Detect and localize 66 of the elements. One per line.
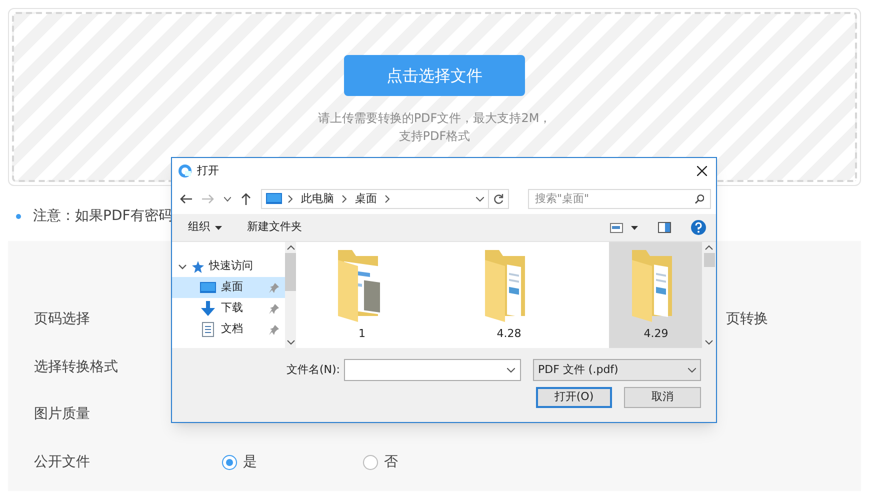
up-arrow-icon[interactable] <box>241 193 251 205</box>
radio-button[interactable] <box>363 454 378 470</box>
dropdown-chevron-icon[interactable] <box>224 196 231 202</box>
close-icon <box>697 166 707 176</box>
nav-group-label[interactable]: 快速访问 <box>209 258 253 275</box>
caret-icon <box>215 226 222 230</box>
setting-label: 选择转换格式 <box>34 358 119 377</box>
folder-item[interactable]: 1 <box>315 242 408 348</box>
address-bar[interactable]: 此电脑 桌面 <box>261 189 509 209</box>
breadcrumb-chevron-icon[interactable] <box>288 195 293 203</box>
scroll-up-icon[interactable] <box>286 245 295 250</box>
nav-item[interactable]: 文档 <box>172 319 285 340</box>
nav-item[interactable]: 下载 <box>172 298 285 319</box>
scroll-down-icon[interactable] <box>705 340 714 345</box>
open-button[interactable]: 打开(O) <box>536 387 612 408</box>
close-button[interactable] <box>694 163 710 179</box>
scroll-down-icon[interactable] <box>286 340 295 345</box>
bullet-icon <box>16 214 21 218</box>
radio-button[interactable] <box>222 454 237 470</box>
star-icon <box>192 260 204 272</box>
search-icon <box>694 194 704 204</box>
pin-icon[interactable] <box>268 304 279 314</box>
scroll-thumb[interactable] <box>704 253 715 267</box>
search-input[interactable]: 搜索"桌面" <box>535 190 695 208</box>
document-icon <box>202 322 214 337</box>
help-icon[interactable] <box>691 220 706 235</box>
nav-item[interactable]: 桌面 <box>172 277 285 298</box>
breadcrumb-item[interactable]: 此电脑 <box>301 190 334 208</box>
filename-field[interactable] <box>344 359 521 381</box>
preview-pane-icon[interactable] <box>658 222 671 233</box>
dropdown-chevron-icon <box>507 368 515 372</box>
download-arrow-icon <box>201 301 215 316</box>
caret-icon[interactable] <box>631 226 638 230</box>
setting-label: 页码选择 <box>34 310 91 330</box>
new-folder-button[interactable]: 新建文件夹 <box>247 219 302 236</box>
radio-label: 是 <box>243 452 257 472</box>
setting-label: 公开文件 <box>34 452 91 472</box>
monitor-icon <box>266 193 282 205</box>
setting-option-text: 页转换 <box>726 310 768 330</box>
cancel-button[interactable]: 取消 <box>624 387 701 408</box>
dropdown-chevron-icon <box>688 368 696 372</box>
files-scrollbar[interactable] <box>702 242 716 348</box>
upload-hint: 请上传需要转换的PDF文件，最大支持2M， 支持PDF格式 <box>318 110 552 145</box>
nav-scrollbar[interactable] <box>284 242 296 348</box>
scroll-up-icon[interactable] <box>705 245 714 250</box>
expand-chevron-icon[interactable] <box>178 262 187 271</box>
radio-label: 否 <box>384 452 398 472</box>
scroll-thumb[interactable] <box>285 253 296 291</box>
monitor-icon <box>200 282 216 294</box>
filename-label: 文件名(N): <box>286 362 340 378</box>
breadcrumb-chevron-icon[interactable] <box>385 195 390 203</box>
folder-item[interactable]: 4.29 <box>609 242 702 348</box>
view-icon[interactable] <box>610 222 623 232</box>
organize-button[interactable]: 组织 <box>188 219 222 236</box>
setting-label: 图片质量 <box>34 405 91 424</box>
folder-item[interactable]: 4.28 <box>462 242 556 348</box>
back-arrow-icon[interactable] <box>180 194 192 204</box>
dialog-title: 打开 <box>197 162 219 179</box>
breadcrumb-chevron-icon[interactable] <box>342 195 347 203</box>
file-type-dropdown[interactable]: PDF 文件 (.pdf) <box>533 359 701 381</box>
breadcrumb-item[interactable]: 桌面 <box>355 190 377 208</box>
pin-icon[interactable] <box>268 324 279 334</box>
search-field[interactable]: 搜索"桌面" <box>528 189 711 209</box>
refresh-icon[interactable] <box>493 194 504 204</box>
dropdown-chevron-icon[interactable] <box>476 196 484 202</box>
app-logo-icon <box>178 164 192 178</box>
